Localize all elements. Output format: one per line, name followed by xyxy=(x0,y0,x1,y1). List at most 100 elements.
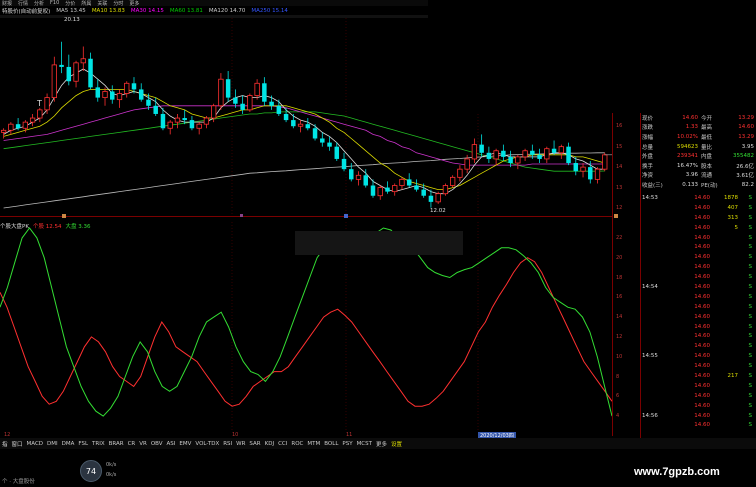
indicator-tab[interactable]: DMI xyxy=(47,441,58,447)
candle-body xyxy=(153,105,158,114)
quote-value: 13.29 xyxy=(738,133,754,140)
indicator-tab[interactable]: EMV xyxy=(179,441,191,447)
tick-price: 14.60 xyxy=(694,333,710,340)
indicator-tab[interactable]: OBV xyxy=(151,441,163,447)
tick-row[interactable]: 14:55 14.60 S xyxy=(640,351,756,361)
ma250-label: MA250 15.14 xyxy=(251,7,288,14)
tick-row[interactable]: 14.60 S xyxy=(640,322,756,332)
indicator-tab[interactable]: BRAR xyxy=(109,441,124,447)
candle-body xyxy=(522,150,528,158)
tick-row[interactable]: 14.60 S xyxy=(640,262,756,272)
tick-side: S xyxy=(748,264,753,271)
indicator-tab[interactable]: 更多 xyxy=(376,440,387,448)
indicator-tab[interactable]: DMA xyxy=(62,441,75,447)
tick-price: 14.60 xyxy=(694,313,710,320)
indicator-tab[interactable]: MTM xyxy=(307,441,320,447)
tick-row[interactable]: 14.60 407 S xyxy=(640,203,756,213)
indicator-tab[interactable]: WR xyxy=(236,441,245,447)
candle-body xyxy=(95,87,101,98)
indicator-tab[interactable]: BOLL xyxy=(324,441,338,447)
indicator-tab[interactable]: 指 xyxy=(2,440,8,448)
tick-row[interactable]: 14.60 217 S xyxy=(640,371,756,381)
quote-label: 净资 xyxy=(642,173,654,180)
ma30-label: MA30 14.15 xyxy=(130,7,164,14)
candle-body xyxy=(320,138,325,143)
tick-row[interactable]: 14.60 S xyxy=(640,252,756,262)
indicator-tick: 10 xyxy=(616,353,623,360)
candle-body xyxy=(44,97,50,111)
tick-time: 14:55 xyxy=(642,353,658,360)
tick-row[interactable]: 14:53 14.60 1878 S xyxy=(640,193,756,203)
indicator-tab[interactable]: CR xyxy=(128,441,136,447)
indicator-tab[interactable]: 设置 xyxy=(391,440,402,448)
tick-row[interactable]: 14.60 S xyxy=(640,341,756,351)
tick-volume: 407 xyxy=(727,204,739,211)
candle-body xyxy=(240,103,245,110)
quote-label: 股本 xyxy=(701,163,713,170)
candle-body xyxy=(385,187,390,192)
tick-row[interactable]: 14.60 S xyxy=(640,391,756,401)
candle-body xyxy=(196,123,202,129)
quote-value: 14.60 xyxy=(738,124,754,131)
candle-body xyxy=(73,62,79,82)
tick-row[interactable]: 14.60 S xyxy=(640,272,756,282)
indicator-tab[interactable]: MCST xyxy=(357,441,372,447)
tick-row[interactable]: 14.60 S xyxy=(640,331,756,341)
quote-panel: 现价 14.60 今开 13.29 涨跌 1.33 最高 14.60 涨幅 10.02% 最低 13.… xyxy=(640,113,756,193)
tick-row[interactable]: 14.60 S xyxy=(640,292,756,302)
indicator-tab[interactable]: CCI xyxy=(278,441,287,447)
indicator-tab[interactable]: KDJ xyxy=(265,441,274,447)
indicator-tab[interactable]: 窗口 xyxy=(12,440,23,448)
candle-body xyxy=(566,146,571,164)
quote-row: 涨幅 10.02% 最低 13.29 xyxy=(640,132,756,142)
event-marker[interactable] xyxy=(62,214,66,218)
tick-side: S xyxy=(748,293,753,300)
event-marker[interactable] xyxy=(614,214,618,218)
tick-row[interactable]: 14.60 5 S xyxy=(640,223,756,233)
quote-label: 总量 xyxy=(642,144,654,151)
tick-row[interactable]: 14.60 S xyxy=(640,312,756,322)
indicator-tab[interactable]: VR xyxy=(139,441,147,447)
tick-row[interactable]: 14.60 S xyxy=(640,242,756,252)
tick-side: S xyxy=(748,274,753,281)
tick-row[interactable]: 14.60 S xyxy=(640,401,756,411)
indicator-tab[interactable]: ROC xyxy=(291,441,303,447)
tick-price: 14.60 xyxy=(694,264,710,271)
t-marker: T xyxy=(37,99,42,108)
indicator-tab[interactable]: PSY xyxy=(342,441,352,447)
tick-price: 14.60 xyxy=(694,234,710,241)
tick-row[interactable]: 14.60 S xyxy=(640,420,756,430)
tick-row[interactable]: 14:54 14.60 S xyxy=(640,282,756,292)
indicator-tick: 20 xyxy=(616,254,623,261)
event-marker[interactable] xyxy=(240,214,243,217)
pane-separator xyxy=(0,216,612,217)
indicator-tab[interactable]: ASI xyxy=(167,441,176,447)
tick-row[interactable]: 14:56 14.60 S xyxy=(640,411,756,421)
candle-body xyxy=(493,150,499,160)
tick-row[interactable]: 14.60 S xyxy=(640,302,756,312)
tick-row[interactable]: 14.60 S xyxy=(640,233,756,243)
tick-side: S xyxy=(748,402,753,409)
candle-body xyxy=(8,123,14,131)
indicator-tab[interactable]: FSL xyxy=(78,441,88,447)
tick-row[interactable]: 14.60 S xyxy=(640,381,756,391)
indicator-tab[interactable]: VOL-TDX xyxy=(195,441,219,447)
candle-body xyxy=(225,79,231,98)
tick-list[interactable]: 14:53 14.60 1878 S 14.60 407 S 14.60 313 S 14.60 5 S… xyxy=(640,193,756,438)
price-tick: 13 xyxy=(616,184,623,191)
candle-body xyxy=(471,144,478,160)
tick-row[interactable]: 14.60 313 S xyxy=(640,213,756,223)
indicator-tab[interactable]: MACD xyxy=(27,441,44,447)
tick-price: 14.60 xyxy=(694,214,710,221)
indicator-tab[interactable]: RSI xyxy=(223,441,232,447)
candle-body xyxy=(276,105,282,114)
tick-row[interactable]: 14.60 S xyxy=(640,361,756,371)
indicator-tab[interactable]: TRIX xyxy=(92,441,105,447)
candle-body xyxy=(0,129,7,133)
indicator-tab[interactable]: SAR xyxy=(249,441,260,447)
candle-body xyxy=(262,83,267,102)
event-marker[interactable] xyxy=(344,214,348,218)
candle-body xyxy=(334,146,340,159)
tick-side: S xyxy=(748,254,753,261)
candle-body xyxy=(442,185,449,195)
